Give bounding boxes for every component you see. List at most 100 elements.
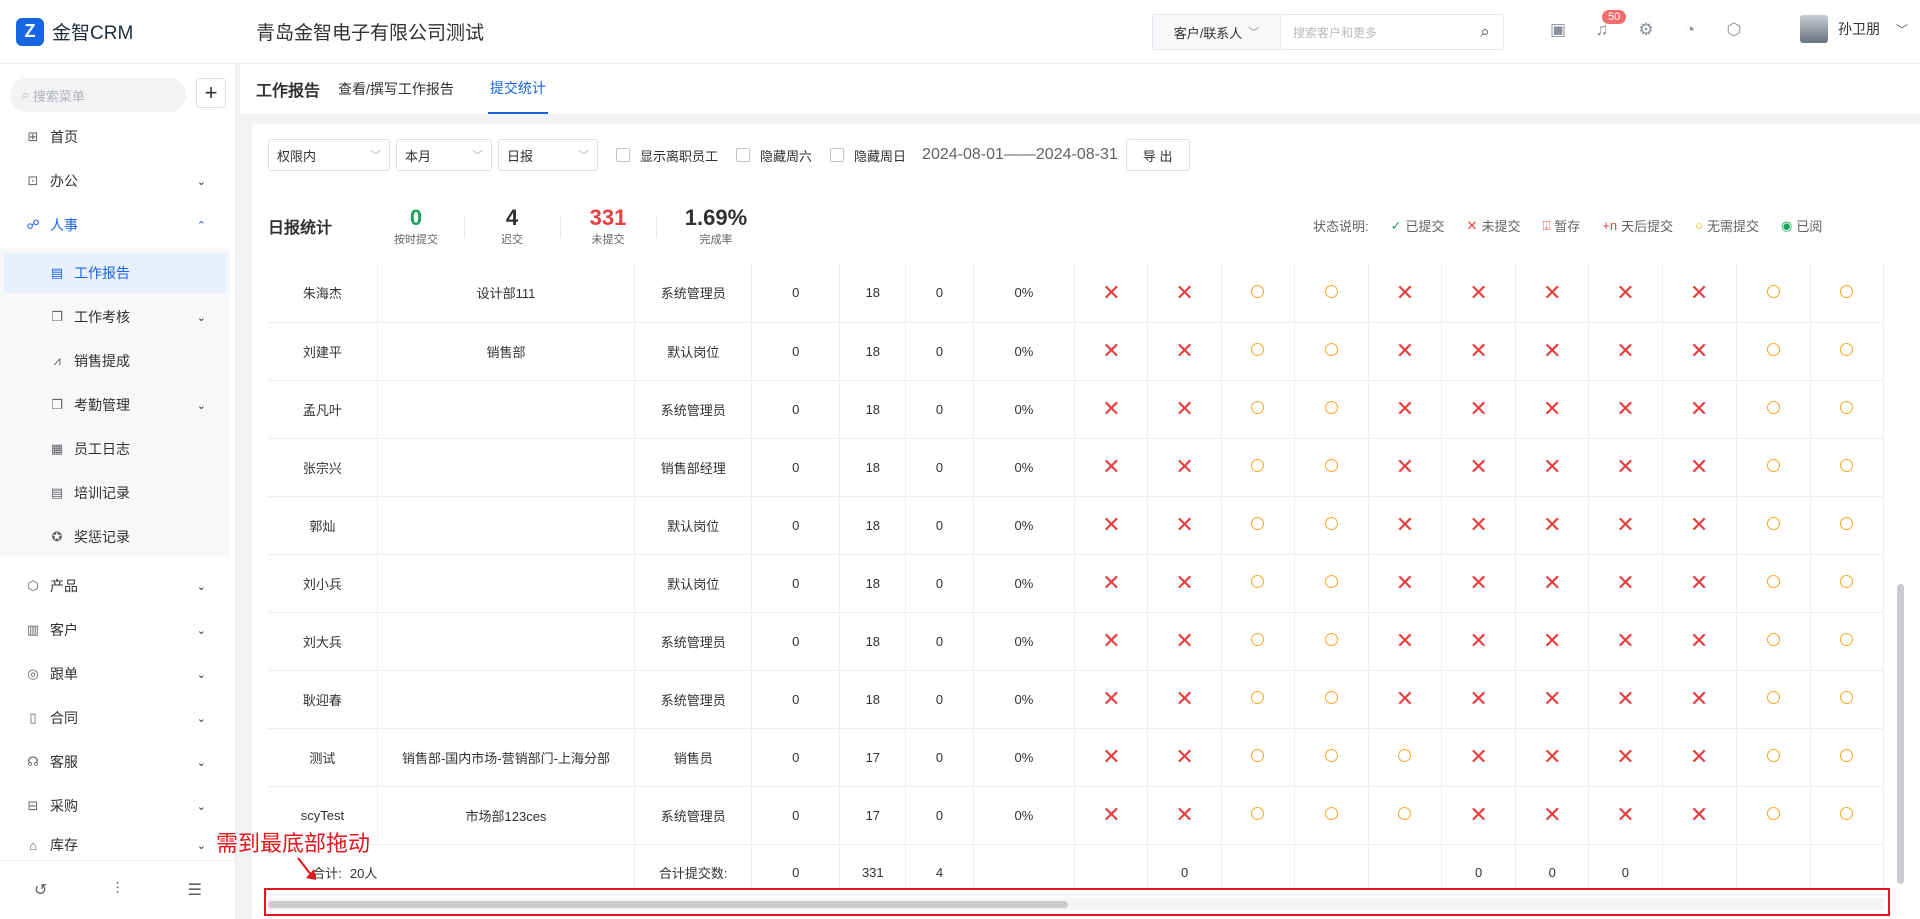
cell-day-status: ✕ xyxy=(1147,496,1222,555)
sidebar-item-log[interactable]: ▦ 员工日志 xyxy=(0,429,236,469)
late-prefix: +n xyxy=(1602,218,1618,233)
scope-select[interactable]: 权限内 ﹀ xyxy=(268,139,390,171)
hide-saturday-checkbox[interactable]: 隐藏周六 xyxy=(736,146,812,165)
cell-late: 0 xyxy=(905,670,974,729)
cross-icon: ✕ xyxy=(1175,570,1194,595)
circle-icon xyxy=(1840,575,1854,588)
chevron-down-icon: ⌄ xyxy=(196,668,206,681)
search-scope-select[interactable]: 客户/联系人 ﹀ xyxy=(1153,15,1281,49)
checkbox xyxy=(616,148,630,162)
circle-icon xyxy=(1766,459,1780,472)
legend-label: 暂存 xyxy=(1554,219,1581,234)
search-input[interactable]: 搜索客户和更多 xyxy=(1281,24,1467,41)
search-icon[interactable]: ⌕ xyxy=(1467,22,1503,42)
table-row[interactable]: 耿迎春 系统管理员 0 18 0 0% ✕ ✕ ✕ ✕ ✕ ✕ ✕ xyxy=(268,670,1884,729)
stat-missing: 331 未提交 xyxy=(560,205,657,247)
cell-on-time: 0 xyxy=(751,438,841,497)
table-row[interactable]: 朱海杰 设计部111 系统管理员 0 18 0 0% ✕ ✕ ✕ ✕ ✕ ✕ ✕ xyxy=(268,264,1884,323)
product-icon: ⬡ xyxy=(27,578,39,593)
sidebar-item-attendance[interactable]: ❐ 考勤管理 ⌄ xyxy=(0,385,236,425)
cell-late: 0 xyxy=(905,380,974,439)
contacts-icon[interactable]: ▣ xyxy=(1546,18,1570,42)
cell-role: 系统管理员 xyxy=(634,786,753,845)
circle-icon xyxy=(1251,633,1265,646)
report-type-select[interactable]: 日报 ﹀ xyxy=(498,139,598,171)
circle-icon xyxy=(1251,284,1265,298)
cross-icon: ✕ xyxy=(1102,338,1121,363)
table-row[interactable]: 刘小兵 默认岗位 0 18 0 0% ✕ ✕ ✕ ✕ ✕ ✕ ✕ xyxy=(268,554,1884,613)
collapse-menu-icon[interactable]: ☰ xyxy=(188,880,202,900)
cell-role: 系统管理员 xyxy=(634,612,753,671)
cell-day-status: ✕ xyxy=(1074,496,1149,555)
report-type-value: 日报 xyxy=(507,148,534,164)
cell-day-status: ✕ xyxy=(1368,322,1443,381)
tab-submit-stats[interactable]: 提交统计 xyxy=(487,64,548,114)
sidebar-item-home[interactable]: ⊞ 首页 xyxy=(0,117,236,157)
cell-day-status: ✕ xyxy=(1147,554,1222,613)
cell-late: 0 xyxy=(905,612,974,671)
cross-icon: ✕ xyxy=(1175,512,1194,537)
table-row[interactable]: 张宗兴 销售部经理 0 18 0 0% ✕ ✕ ✕ ✕ ✕ ✕ ✕ xyxy=(268,438,1884,497)
history-icon[interactable]: ↺ xyxy=(34,880,47,900)
table-row[interactable]: 测试 销售部-国内市场-营销部门-上海分部 销售员 0 17 0 0% ✕ ✕ ✕ ✕ ✕ ✕ xyxy=(268,728,1884,787)
cell-day-status: ✕ xyxy=(1515,612,1590,671)
sidebar-item-commission[interactable]: ⩘ 销售提成 xyxy=(0,341,236,381)
user-menu[interactable]: 孙卫朋 ﹀ xyxy=(1800,15,1908,43)
stats-table-container[interactable]: 朱海杰 设计部111 系统管理员 0 18 0 0% ✕ ✕ ✕ ✕ ✕ ✕ ✕ 刘建平 销售部 默认岗位 0 18… xyxy=(268,264,1884,888)
stats-title: 日报统计 xyxy=(268,220,333,237)
cell-total-day: 0 xyxy=(1147,844,1222,888)
add-button[interactable]: + xyxy=(196,78,226,108)
sidebar-item-service[interactable]: ☊ 客服 ⌄ xyxy=(0,742,236,782)
table-row[interactable]: 刘大兵 系统管理员 0 18 0 0% ✕ ✕ ✕ ✕ ✕ ✕ ✕ xyxy=(268,612,1884,671)
cross-icon: ✕ xyxy=(1102,628,1121,653)
cross-icon: ✕ xyxy=(1395,454,1415,479)
cell-role: 默认岗位 xyxy=(634,322,753,381)
cell-on-time: 0 xyxy=(751,728,841,787)
gear-icon[interactable]: ⚙ xyxy=(1634,18,1658,42)
cell-day-status: ✕ xyxy=(1441,670,1517,729)
pie-chart-icon[interactable]: ◔ xyxy=(1678,18,1702,42)
hide-sunday-checkbox[interactable]: 隐藏周日 xyxy=(830,146,906,165)
cell-department xyxy=(377,438,636,497)
sidebar-item-followup[interactable]: ◎ 跟单 ⌄ xyxy=(0,654,236,694)
sidebar-item-customer[interactable]: ▥ 客户 ⌄ xyxy=(0,610,236,650)
cell-empty xyxy=(973,844,1076,888)
menu-search-input[interactable]: ⌕ 搜索菜单 xyxy=(10,78,186,112)
cell-on-time: 0 xyxy=(751,322,841,381)
vertical-scrollbar[interactable] xyxy=(1897,584,1904,884)
sidebar-item-office[interactable]: ⊡ 办公 ⌄ xyxy=(0,161,236,201)
cell-name: 刘大兵 xyxy=(268,612,378,671)
export-button[interactable]: 导 出 xyxy=(1125,139,1190,171)
sidebar-item-award[interactable]: ✪ 奖惩记录 xyxy=(0,517,236,557)
tab-view-write-report[interactable]: 查看/撰写工作报告 xyxy=(336,64,456,114)
cell-total-on-time: 0 xyxy=(751,844,841,888)
sidebar-item-label: 考勤管理 xyxy=(74,397,130,413)
table-row[interactable]: 郭灿 默认岗位 0 18 0 0% ✕ ✕ ✕ ✕ ✕ ✕ ✕ xyxy=(268,496,1884,555)
cell-day-status: ✕ xyxy=(1662,670,1737,729)
cube-icon[interactable]: ⬡ xyxy=(1722,18,1746,42)
table-row[interactable]: scyTest 市场部123ces 系统管理员 0 17 0 0% ✕ ✕ ✕ ✕ ✕ ✕ xyxy=(268,786,1884,845)
cross-icon: ✕ xyxy=(1395,338,1415,363)
sidebar-item-training[interactable]: ▤ 培训记录 xyxy=(0,473,236,513)
show-left-employees-checkbox[interactable]: 显示离职员工 xyxy=(616,146,718,165)
sidebar-item-assessment[interactable]: ❐ 工作考核 ⌄ xyxy=(0,297,236,337)
circle-icon xyxy=(1324,575,1338,588)
stat-label: 完成率 xyxy=(699,233,733,246)
sidebar-item-purchase[interactable]: ⊟ 采购 ⌄ xyxy=(0,786,236,826)
sliders-icon[interactable]: ⫶ xyxy=(116,881,120,899)
stat-label: 迟交 xyxy=(501,233,523,246)
bell-icon[interactable]: ♫ 50 xyxy=(1590,10,1627,42)
cross-icon: ✕ xyxy=(1689,279,1709,305)
cell-total-day xyxy=(1221,844,1295,888)
chevron-down-icon: ⌄ xyxy=(196,756,206,769)
sidebar-item-contract[interactable]: ▯ 合同 ⌄ xyxy=(0,698,236,738)
cell-late: 0 xyxy=(905,496,974,555)
sidebar-item-inventory[interactable]: ⌂ 库存 ⌄ xyxy=(0,830,236,860)
table-row[interactable]: 孟凡叶 系统管理员 0 18 0 0% ✕ ✕ ✕ ✕ ✕ ✕ ✕ xyxy=(268,380,1884,439)
period-select[interactable]: 本月 ﹀ xyxy=(396,139,492,171)
sidebar-item-hr[interactable]: ☍ 人事 ⌃ xyxy=(0,205,236,245)
sidebar-item-work-report[interactable]: ▤ 工作报告 xyxy=(4,253,226,293)
logo[interactable]: Z 金智CRM xyxy=(0,17,240,46)
sidebar-item-product[interactable]: ⬡ 产品 ⌄ xyxy=(0,566,236,606)
table-row[interactable]: 刘建平 销售部 默认岗位 0 18 0 0% ✕ ✕ ✕ ✕ ✕ ✕ ✕ xyxy=(268,322,1884,381)
